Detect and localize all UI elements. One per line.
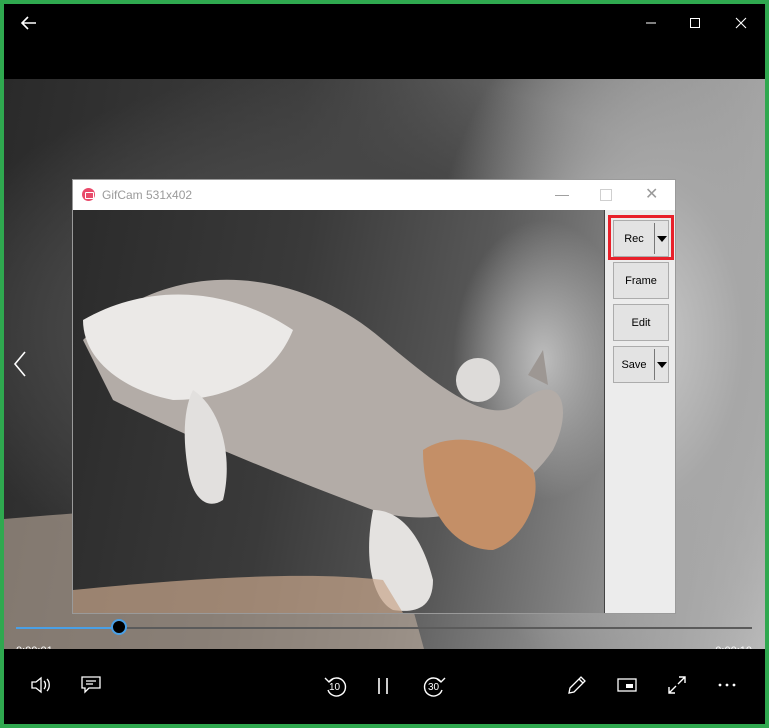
gifcam-title-bar: GifCam 531x402 — ✕ xyxy=(73,180,675,210)
frame-button[interactable]: Frame xyxy=(613,262,669,299)
playback-controls: 10 30 xyxy=(4,649,765,724)
seek-progress xyxy=(16,627,120,629)
skip-forward-icon[interactable]: 30 xyxy=(420,671,450,701)
previous-icon[interactable] xyxy=(8,349,32,379)
frame-button-label: Frame xyxy=(625,274,657,287)
gifcam-maximize-icon xyxy=(600,189,612,201)
gifcam-window: GifCam 531x402 — ✕ Rec Frame Edit Save xyxy=(72,179,676,614)
gifcam-minimize-icon[interactable]: — xyxy=(555,186,569,202)
save-dropdown-icon[interactable] xyxy=(654,349,668,380)
skip-back-label: 10 xyxy=(329,682,341,693)
edit-button[interactable]: Edit xyxy=(613,304,669,341)
subtitles-icon[interactable] xyxy=(78,672,104,698)
gifcam-close-icon[interactable]: ✕ xyxy=(645,184,658,204)
arrow-left-icon[interactable] xyxy=(18,12,40,34)
fullscreen-icon[interactable] xyxy=(664,672,690,698)
pause-icon[interactable] xyxy=(370,671,396,701)
gifcam-logo-icon xyxy=(82,188,95,201)
media-player-window: GifCam 531x402 — ✕ Rec Frame Edit Save 1… xyxy=(4,4,765,724)
volume-icon[interactable] xyxy=(28,672,54,698)
rec-button-label: Rec xyxy=(624,232,644,245)
skip-forward-label: 30 xyxy=(428,682,440,693)
pencil-icon[interactable] xyxy=(564,672,590,698)
rec-button[interactable]: Rec xyxy=(613,220,669,257)
rec-dropdown-icon[interactable] xyxy=(654,223,668,254)
capture-image xyxy=(73,279,563,613)
minimize-icon[interactable] xyxy=(640,12,662,34)
close-icon[interactable] xyxy=(730,12,752,34)
more-options-icon[interactable] xyxy=(714,672,740,698)
video-frame[interactable]: GifCam 531x402 — ✕ Rec Frame Edit Save xyxy=(4,79,765,649)
mini-view-icon[interactable] xyxy=(614,672,640,698)
seek-thumb[interactable] xyxy=(111,619,128,635)
save-button-label: Save xyxy=(621,358,647,371)
gifcam-title: GifCam 531x402 xyxy=(102,188,193,202)
gifcam-capture-area xyxy=(73,210,605,613)
edit-button-label: Edit xyxy=(631,316,651,329)
maximize-icon[interactable] xyxy=(684,12,706,34)
save-button[interactable]: Save xyxy=(613,346,669,383)
title-bar xyxy=(4,4,765,79)
skip-back-icon[interactable]: 10 xyxy=(320,671,350,701)
